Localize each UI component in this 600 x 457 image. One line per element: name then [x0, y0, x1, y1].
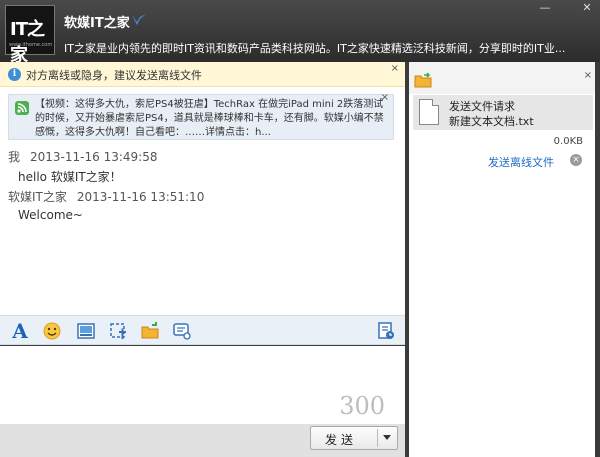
send-divider	[377, 429, 378, 447]
message-sender: 软媒IT之家	[8, 190, 67, 204]
message-history-icon[interactable]	[172, 321, 192, 341]
close-window-button[interactable]: ✕	[580, 2, 594, 14]
news-card-text: 【视频：这得多大仇，索尼PS4被狂虐】TechRax 在做完iPad mini …	[35, 99, 384, 138]
chat-record-icon[interactable]	[376, 321, 396, 341]
message-header: 我 2013-11-16 13:49:58	[8, 148, 157, 165]
file-transfer-panel: × 发送文件请求 新建文本文档.txt 0.0KB 发送离线文件 ×	[409, 62, 595, 457]
file-name: 新建文本文档.txt	[449, 115, 534, 128]
folder-icon	[414, 72, 432, 88]
cancel-transfer-icon[interactable]: ×	[570, 154, 582, 166]
char-counter: 300	[339, 392, 385, 420]
message-input[interactable]: 300	[0, 346, 405, 424]
emoji-icon[interactable]	[42, 321, 62, 341]
panel-close-button[interactable]: ×	[584, 70, 592, 81]
bottom-bar: 发送	[0, 424, 405, 457]
send-button[interactable]: 发送	[310, 426, 398, 450]
notice-close-button[interactable]: ×	[391, 63, 399, 74]
send-button-label: 发送	[325, 433, 358, 447]
message-text: hello 软媒IT之家！	[18, 170, 122, 184]
avatar-logo: IT之家	[10, 19, 45, 66]
message-time: 2013-11-16 13:51:10	[76, 190, 205, 204]
info-icon: i	[8, 68, 21, 81]
message-sender: 我	[8, 150, 21, 164]
text-file-icon	[419, 99, 439, 125]
contact-avatar[interactable]: IT之家 www.ithome.com	[5, 5, 55, 66]
contact-signature: IT之家是业内领先的即时IT资讯和数码产品类科技网站。IT之家快速精选泛科技新闻…	[64, 42, 566, 55]
send-file-icon[interactable]	[140, 321, 160, 341]
message-time: 2013-11-16 13:49:58	[30, 150, 158, 164]
message-text: Welcome~	[18, 208, 83, 222]
verified-icon	[132, 14, 146, 25]
message-header: 软媒IT之家 2013-11-16 13:51:10	[8, 188, 204, 205]
font-icon[interactable]: A	[10, 321, 30, 341]
image-icon[interactable]	[76, 321, 96, 341]
file-size: 0.0KB	[553, 136, 583, 147]
send-options-dropdown-icon[interactable]	[383, 435, 391, 440]
screenshot-icon[interactable]	[108, 321, 128, 341]
send-offline-file-link[interactable]: 发送离线文件	[488, 154, 554, 170]
input-toolbar: A	[0, 315, 405, 345]
file-transfer-header: ×	[409, 62, 595, 94]
title-bar: IT之家 www.ithome.com 软媒IT之家 — ✕ IT之家是业内领先…	[0, 0, 600, 66]
news-card[interactable]: 【视频：这得多大仇，索尼PS4被狂虐】TechRax 在做完iPad mini …	[8, 92, 394, 140]
offline-notice-bar: i 对方离线或隐身，建议发送离线文件 ×	[0, 62, 405, 87]
minimize-button[interactable]: —	[538, 2, 552, 14]
avatar-logo-url: www.ithome.com	[9, 42, 53, 48]
offline-notice-text: 对方离线或隐身，建议发送离线文件	[26, 69, 202, 82]
rss-icon	[15, 101, 29, 115]
contact-name[interactable]: 软媒IT之家	[64, 12, 130, 31]
file-request-title: 发送文件请求	[449, 100, 515, 113]
file-request-card: 发送文件请求 新建文本文档.txt	[413, 95, 593, 130]
message-history[interactable]: 【视频：这得多大仇，索尼PS4被狂虐】TechRax 在做完iPad mini …	[0, 87, 405, 315]
news-card-close-button[interactable]: ×	[381, 92, 389, 103]
